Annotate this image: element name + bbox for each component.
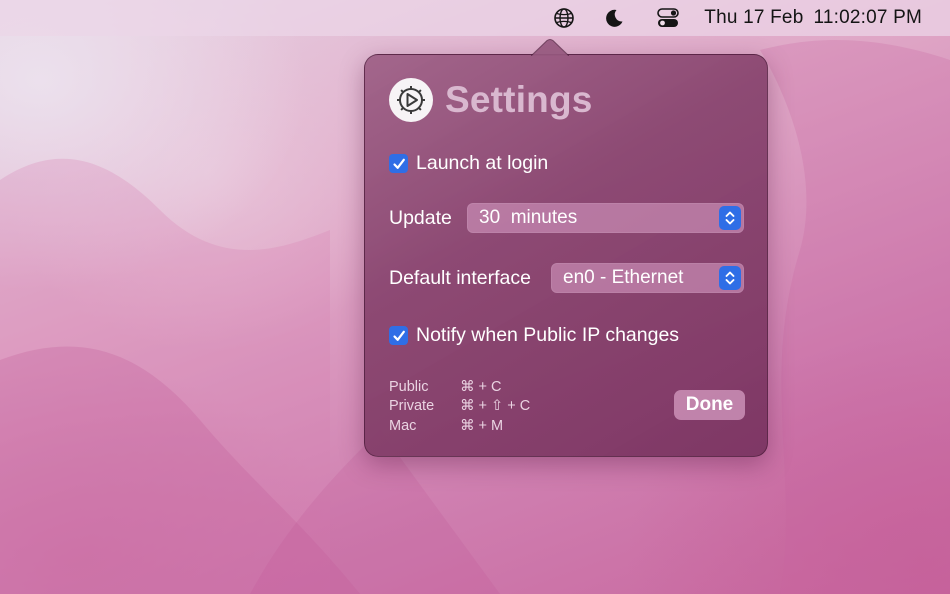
globe-icon[interactable] (552, 6, 576, 30)
shortcut-name: Public (389, 378, 429, 395)
shortcut-keys: ⌘ + ⇧ + C (460, 398, 531, 415)
chevron-up-down-icon (719, 206, 741, 230)
shortcut-name: Private (389, 398, 435, 415)
checkmark-icon (392, 330, 405, 341)
chevron-up-down-icon (719, 266, 741, 290)
default-interface-select-value: en0 - Ethernet (563, 267, 684, 288)
control-center-icon[interactable] (656, 6, 680, 30)
default-interface-row: Default interface (389, 267, 531, 290)
desktop: Thu 17 Feb 11:02:07 PM Settings Launch a… (0, 0, 950, 594)
shortcut-name: Mac (389, 417, 417, 434)
shortcut-keys: ⌘ + M (460, 417, 504, 434)
shortcut-keys: ⌘ + C (460, 378, 502, 395)
notify-ip-change-label: Notify when Public IP changes (416, 324, 680, 346)
shortcuts-list: Public ⌘ + C Private ⌘ + ⇧ + C Mac ⌘ + M (389, 377, 530, 436)
menu-bar: Thu 17 Feb 11:02:07 PM (0, 0, 950, 36)
launch-at-login-checkbox[interactable] (389, 154, 408, 173)
settings-header: Settings (389, 78, 593, 122)
done-button[interactable]: Done (674, 390, 745, 420)
shortcut-row: Private ⌘ + ⇧ + C (389, 397, 530, 417)
default-interface-label: Default interface (389, 267, 531, 289)
menubar-date[interactable]: Thu 17 Feb (704, 7, 803, 29)
moon-icon[interactable] (602, 6, 626, 30)
notify-ip-change-row[interactable]: Notify when Public IP changes (389, 324, 679, 347)
gear-play-icon (389, 78, 433, 122)
update-row: Update (389, 207, 452, 230)
notify-ip-change-checkbox[interactable] (389, 326, 408, 345)
shortcut-row: Public ⌘ + C (389, 377, 530, 397)
menubar-time[interactable]: 11:02:07 PM (813, 7, 922, 29)
shortcut-row: Mac ⌘ + M (389, 416, 530, 436)
update-select[interactable]: 30 minutes (467, 203, 744, 233)
settings-popover: Settings Launch at login Update 30 minut… (364, 39, 768, 457)
popover-arrow (531, 39, 569, 56)
launch-at-login-row[interactable]: Launch at login (389, 152, 548, 175)
settings-title: Settings (445, 79, 593, 120)
update-select-value: 30 minutes (479, 207, 578, 228)
launch-at-login-label: Launch at login (416, 152, 549, 174)
checkmark-icon (392, 158, 405, 169)
update-label: Update (389, 207, 452, 229)
default-interface-select[interactable]: en0 - Ethernet (551, 263, 744, 293)
